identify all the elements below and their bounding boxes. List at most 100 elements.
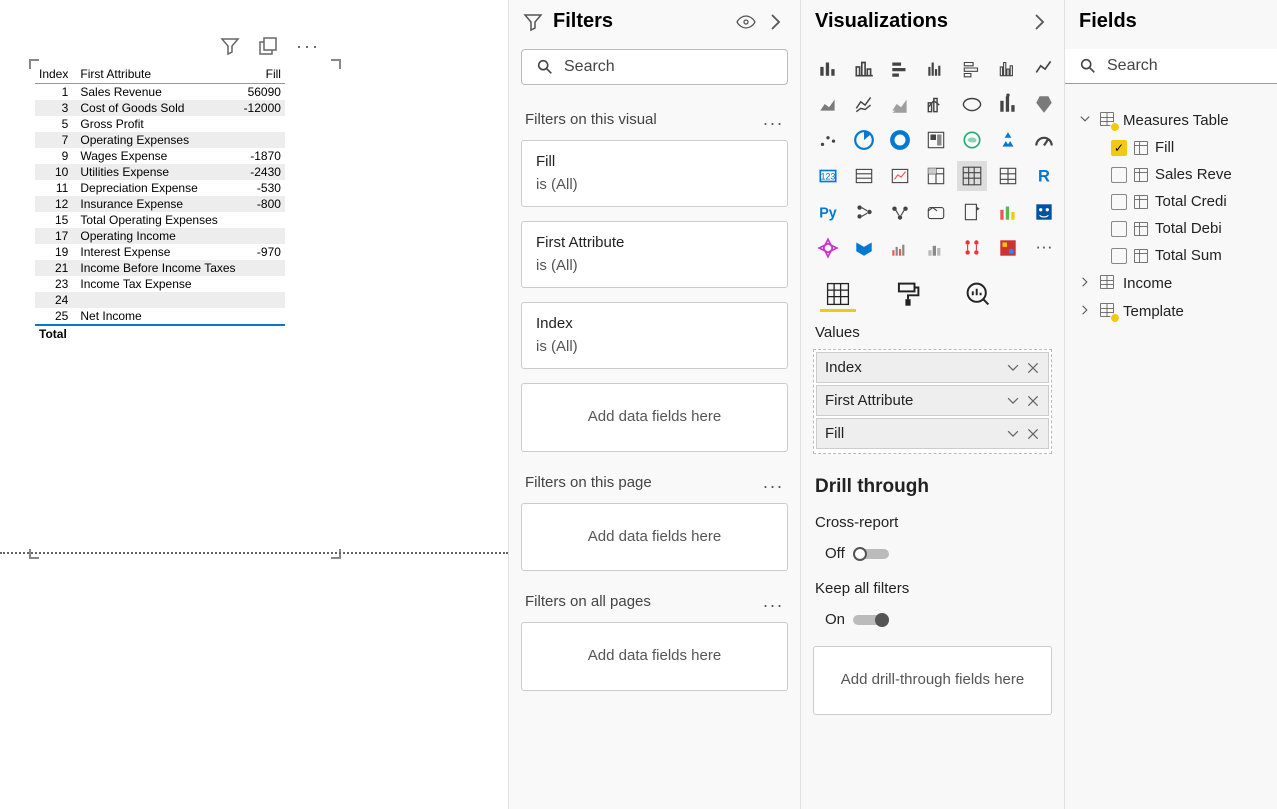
viz-tile[interactable] [1029,89,1059,119]
table-visual[interactable]: IndexFirst AttributeFill 1Sales Revenue5… [34,64,336,554]
section-more-icon[interactable]: ... [763,472,784,493]
viz-tile[interactable] [849,89,879,119]
table-row[interactable]: 15Total Operating Expenses [35,212,285,228]
viz-tile[interactable] [921,125,951,155]
filter-card[interactable]: First Attributeis (All) [521,221,788,288]
section-more-icon[interactable]: ... [763,109,784,130]
fields-tab[interactable] [817,281,859,312]
viz-tile[interactable] [813,89,843,119]
viz-tile[interactable] [921,89,951,119]
viz-tile[interactable] [885,125,915,155]
column-header[interactable]: Index [35,65,76,84]
viz-tile[interactable] [957,161,987,191]
table-row[interactable]: 7Operating Expenses [35,132,285,148]
viz-tile[interactable]: 123 [813,161,843,191]
viz-tile[interactable] [849,161,879,191]
table-node[interactable]: Measures Table [1077,106,1265,134]
viz-tile[interactable] [957,233,987,263]
table-row[interactable]: 17Operating Income [35,228,285,244]
viz-tile[interactable] [813,125,843,155]
viz-tile[interactable] [849,125,879,155]
table-row[interactable]: 24 [35,292,285,308]
table-row[interactable]: 23Income Tax Expense [35,276,285,292]
field-node[interactable]: Total Debi [1109,215,1265,242]
format-tab[interactable] [887,281,929,312]
viz-tile[interactable] [849,53,879,83]
chevron-down-icon[interactable] [1006,361,1020,375]
table-row[interactable]: 5Gross Profit [35,116,285,132]
table-node[interactable]: Template [1077,297,1265,325]
viz-tile[interactable] [921,197,951,227]
table-node[interactable]: Income [1077,269,1265,297]
viz-tile[interactable] [885,53,915,83]
viz-tile[interactable] [885,89,915,119]
section-more-icon[interactable]: ... [763,591,784,612]
viz-tile[interactable] [957,53,987,83]
viz-tile[interactable] [957,197,987,227]
report-filter-drop[interactable]: Add data fields here [521,622,788,691]
analytics-tab[interactable] [957,281,999,312]
expand-icon[interactable] [1079,275,1093,292]
viz-tile[interactable] [849,197,879,227]
viz-tile[interactable] [849,233,879,263]
table-row[interactable]: 11Depreciation Expense-530 [35,180,285,196]
field-checkbox[interactable] [1111,248,1127,264]
table-row[interactable]: 12Insurance Expense-800 [35,196,285,212]
viz-tile[interactable] [993,125,1023,155]
remove-icon[interactable] [1026,394,1040,408]
viz-tile[interactable] [993,161,1023,191]
page-filter-drop[interactable]: Add data fields here [521,503,788,572]
table-row[interactable]: 3Cost of Goods Sold-12000 [35,100,285,116]
keep-filters-toggle[interactable]: On [813,611,889,628]
viz-tile[interactable] [1029,53,1059,83]
value-pill[interactable]: First Attribute [816,385,1049,416]
table-row[interactable]: 1Sales Revenue56090 [35,84,285,101]
viz-tile[interactable] [921,53,951,83]
table-row[interactable]: 25Net Income [35,308,285,325]
value-pill[interactable]: Index [816,352,1049,383]
viz-tile[interactable] [921,233,951,263]
column-header[interactable]: Fill [240,65,285,84]
resize-handle[interactable] [331,59,341,69]
cross-report-toggle[interactable]: Off [813,545,889,562]
viz-tile[interactable] [993,53,1023,83]
table-row[interactable]: 9Wages Expense-1870 [35,148,285,164]
viz-tile[interactable]: Py [813,197,843,227]
drill-drop[interactable]: Add drill-through fields here [813,646,1052,715]
viz-tile[interactable] [1029,197,1059,227]
field-node[interactable]: ✓ Fill [1109,134,1265,161]
resize-handle[interactable] [29,59,39,69]
filter-card[interactable]: Indexis (All) [521,302,788,369]
viz-tile[interactable] [813,233,843,263]
chevron-down-icon[interactable] [1006,394,1020,408]
value-pill[interactable]: Fill [816,418,1049,449]
visual-more-icon[interactable]: ··· [296,36,320,57]
viz-tile[interactable] [957,125,987,155]
collapse-icon[interactable] [1030,12,1050,32]
viz-tile[interactable]: ··· [1029,233,1059,263]
field-node[interactable]: Sales Reve [1109,161,1265,188]
filters-search[interactable]: Search [521,49,788,85]
viz-tile[interactable] [993,233,1023,263]
viz-tile[interactable] [885,233,915,263]
remove-icon[interactable] [1026,361,1040,375]
field-checkbox[interactable] [1111,221,1127,237]
visual-filter-icon[interactable] [220,36,240,56]
field-node[interactable]: Total Sum [1109,242,1265,269]
table-row[interactable]: 21Income Before Income Taxes [35,260,285,276]
expand-icon[interactable] [1079,112,1093,129]
filter-card[interactable]: Fillis (All) [521,140,788,207]
viz-tile[interactable] [885,161,915,191]
viz-tile[interactable] [813,53,843,83]
visual-filter-drop[interactable]: Add data fields here [521,383,788,452]
column-header[interactable]: First Attribute [76,65,239,84]
field-checkbox[interactable] [1111,167,1127,183]
field-checkbox[interactable]: ✓ [1111,140,1127,156]
fields-search[interactable]: Search [1065,49,1277,84]
collapse-icon[interactable] [766,12,786,32]
viz-tile[interactable] [957,89,987,119]
viz-tile[interactable] [993,197,1023,227]
resize-handle[interactable] [331,549,341,559]
resize-handle[interactable] [29,549,39,559]
chevron-down-icon[interactable] [1006,427,1020,441]
